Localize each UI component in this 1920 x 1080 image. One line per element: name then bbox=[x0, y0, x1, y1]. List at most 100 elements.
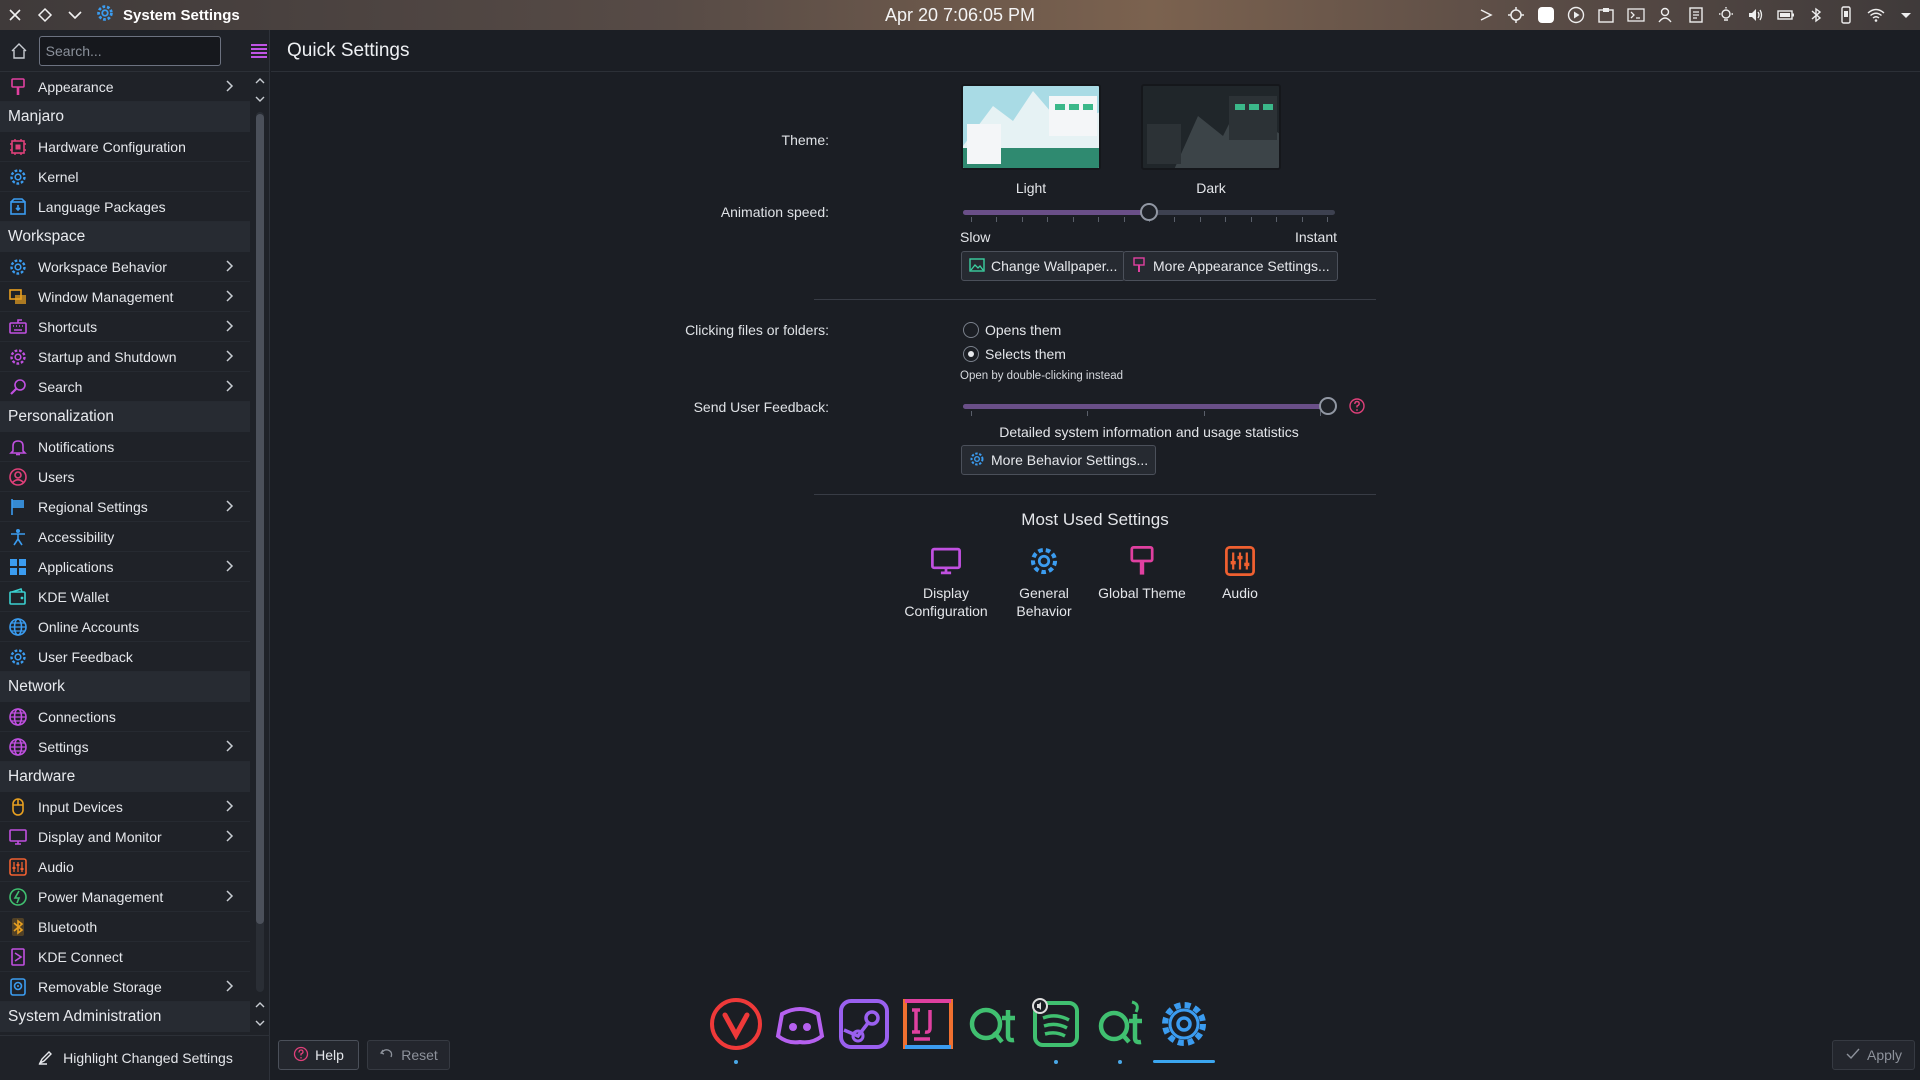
chevron-down-icon[interactable] bbox=[60, 0, 90, 30]
sidebar-item-display-and-monitor[interactable]: Display and Monitor bbox=[0, 822, 250, 852]
intellij-icon[interactable] bbox=[898, 994, 958, 1054]
scroll-up-icon[interactable] bbox=[253, 74, 267, 88]
close-icon[interactable] bbox=[0, 0, 30, 30]
most-used-title: Most Used Settings bbox=[1021, 510, 1169, 529]
chevron-right-icon bbox=[222, 499, 236, 513]
wifi-tray-icon[interactable] bbox=[1866, 5, 1886, 25]
clipboard-tray-icon[interactable] bbox=[1596, 5, 1616, 25]
sidebar-item-kde-connect[interactable]: KDE Connect bbox=[0, 942, 250, 972]
discord-icon[interactable] bbox=[770, 994, 830, 1054]
hamburger-menu-icon[interactable] bbox=[249, 39, 269, 63]
sidebar-item-settings[interactable]: Settings bbox=[0, 732, 250, 762]
running-indicator bbox=[1118, 1060, 1122, 1064]
more-appearance-label: More Appearance Settings... bbox=[1153, 258, 1330, 274]
help-circle-icon[interactable] bbox=[1348, 397, 1366, 415]
slider-handle[interactable] bbox=[1140, 203, 1158, 221]
sidebar-item-appearance[interactable]: Appearance bbox=[0, 72, 250, 102]
clicking-files-label: Clicking files or folders: bbox=[685, 322, 829, 338]
pin-icon[interactable] bbox=[30, 0, 60, 30]
updates-tray-icon[interactable] bbox=[1506, 5, 1526, 25]
sidebar-item-regional-settings[interactable]: Regional Settings bbox=[0, 492, 250, 522]
home-icon[interactable] bbox=[10, 40, 29, 62]
volume-tray-icon[interactable] bbox=[1746, 5, 1766, 25]
sidebar-item-connections[interactable]: Connections bbox=[0, 702, 250, 732]
opens-them-label[interactable]: Opens them bbox=[985, 322, 1061, 338]
feedback-slider-handle[interactable] bbox=[1319, 397, 1337, 415]
help-button[interactable]: Help bbox=[278, 1040, 359, 1070]
most-used-item[interactable]: Global Theme bbox=[1087, 544, 1197, 602]
slider-fill bbox=[963, 210, 1149, 215]
sidebar-item-label: Removable Storage bbox=[38, 978, 162, 995]
sidebar-scrollbar[interactable] bbox=[252, 72, 268, 1032]
selects-them-label[interactable]: Selects them bbox=[985, 346, 1066, 362]
sidebar-item-workspace-behavior[interactable]: Workspace Behavior bbox=[0, 252, 250, 282]
sidebar-item-hardware-configuration[interactable]: Hardware Configuration bbox=[0, 132, 250, 162]
media-play-tray-icon[interactable] bbox=[1566, 5, 1586, 25]
sidebar-category: Workspace bbox=[0, 222, 250, 252]
theme-light-card[interactable] bbox=[961, 84, 1101, 170]
tray-expand-icon[interactable] bbox=[1896, 5, 1916, 25]
sidebar-item-users[interactable]: Users bbox=[0, 462, 250, 492]
qt-designer-icon[interactable] bbox=[1090, 994, 1150, 1054]
scroll-down-icon[interactable] bbox=[253, 1016, 267, 1030]
vivaldi-icon[interactable] bbox=[706, 994, 766, 1054]
scrollbar-thumb[interactable] bbox=[256, 114, 264, 924]
steam-icon[interactable] bbox=[834, 994, 894, 1054]
battery-tray-icon[interactable] bbox=[1776, 5, 1796, 25]
sidebar-item-removable-storage[interactable]: Removable Storage bbox=[0, 972, 250, 1002]
sidebar-item-accessibility[interactable]: Accessibility bbox=[0, 522, 250, 552]
reset-button[interactable]: Reset bbox=[367, 1040, 450, 1070]
bluetooth-tray-icon[interactable] bbox=[1806, 5, 1826, 25]
sidebar-item-search[interactable]: Search bbox=[0, 372, 250, 402]
spotify-icon[interactable] bbox=[1026, 994, 1086, 1054]
terminal-tray-icon[interactable] bbox=[1626, 5, 1646, 25]
system-settings-icon[interactable] bbox=[1154, 994, 1214, 1054]
more-appearance-button[interactable]: More Appearance Settings... bbox=[1123, 251, 1338, 281]
qt-icon[interactable] bbox=[962, 994, 1022, 1054]
sidebar-item-user-feedback[interactable]: User Feedback bbox=[0, 642, 250, 672]
more-behavior-button[interactable]: More Behavior Settings... bbox=[961, 445, 1157, 475]
sidebar-item-power-management[interactable]: Power Management bbox=[0, 882, 250, 912]
slider-tick bbox=[1098, 217, 1100, 222]
most-used-item[interactable]: General Behavior bbox=[989, 544, 1099, 620]
sidebar-item-input-devices[interactable]: Input Devices bbox=[0, 792, 250, 822]
brightness-tray-icon[interactable] bbox=[1716, 5, 1736, 25]
sidebar-item-language-packages[interactable]: Language Packages bbox=[0, 192, 250, 222]
chevron-right-icon bbox=[222, 979, 236, 993]
sidebar-item-label: Input Devices bbox=[38, 798, 123, 815]
theme-light-label: Light bbox=[1015, 180, 1047, 196]
sidebar-item-bluetooth[interactable]: Bluetooth bbox=[0, 912, 250, 942]
notes-tray-icon[interactable] bbox=[1686, 5, 1706, 25]
selects-them-radio[interactable] bbox=[963, 346, 979, 362]
double-click-hint: Open by double-clicking instead bbox=[960, 370, 1124, 382]
highlight-changed-button[interactable]: Highlight Changed Settings bbox=[0, 1035, 270, 1080]
gear-icon bbox=[8, 347, 28, 367]
most-used-item[interactable]: Audio bbox=[1185, 544, 1295, 602]
scroll-down-small-icon[interactable] bbox=[253, 92, 267, 106]
apply-button[interactable]: Apply bbox=[1832, 1040, 1915, 1070]
window-title-text: System Settings bbox=[123, 6, 240, 24]
search-input[interactable] bbox=[38, 35, 221, 66]
sidebar-item-label: KDE Connect bbox=[38, 948, 123, 965]
sidebar-item-shortcuts[interactable]: Shortcuts bbox=[0, 312, 250, 342]
windows-icon bbox=[8, 287, 28, 307]
sidebar-item-notifications[interactable]: Notifications bbox=[0, 432, 250, 462]
sidebar-item-kde-wallet[interactable]: KDE Wallet bbox=[0, 582, 250, 612]
mouse-icon bbox=[8, 797, 28, 817]
most-used-item[interactable]: Display Configuration bbox=[891, 544, 1001, 620]
theme-dark-card[interactable] bbox=[1141, 84, 1281, 170]
sidebar-item-online-accounts[interactable]: Online Accounts bbox=[0, 612, 250, 642]
sidebar-item-kernel[interactable]: Kernel bbox=[0, 162, 250, 192]
scroll-up-bottom-icon[interactable] bbox=[253, 998, 267, 1012]
sidebar-item-window-management[interactable]: Window Management bbox=[0, 282, 250, 312]
user-switch-tray-icon[interactable] bbox=[1656, 5, 1676, 25]
change-wallpaper-button[interactable]: Change Wallpaper... bbox=[961, 251, 1126, 281]
sidebar-item-audio[interactable]: Audio bbox=[0, 852, 250, 882]
opens-them-radio[interactable] bbox=[963, 322, 979, 338]
sidebar-item-applications[interactable]: Applications bbox=[0, 552, 250, 582]
clock[interactable]: Apr 20 7:06:05 PM bbox=[885, 5, 1035, 26]
phone-tray-icon[interactable] bbox=[1836, 5, 1856, 25]
sidebar-item-startup-and-shutdown[interactable]: Startup and Shutdown bbox=[0, 342, 250, 372]
kdeconnect-tray-icon[interactable] bbox=[1476, 5, 1496, 25]
white-square-tray-icon[interactable] bbox=[1536, 5, 1556, 25]
